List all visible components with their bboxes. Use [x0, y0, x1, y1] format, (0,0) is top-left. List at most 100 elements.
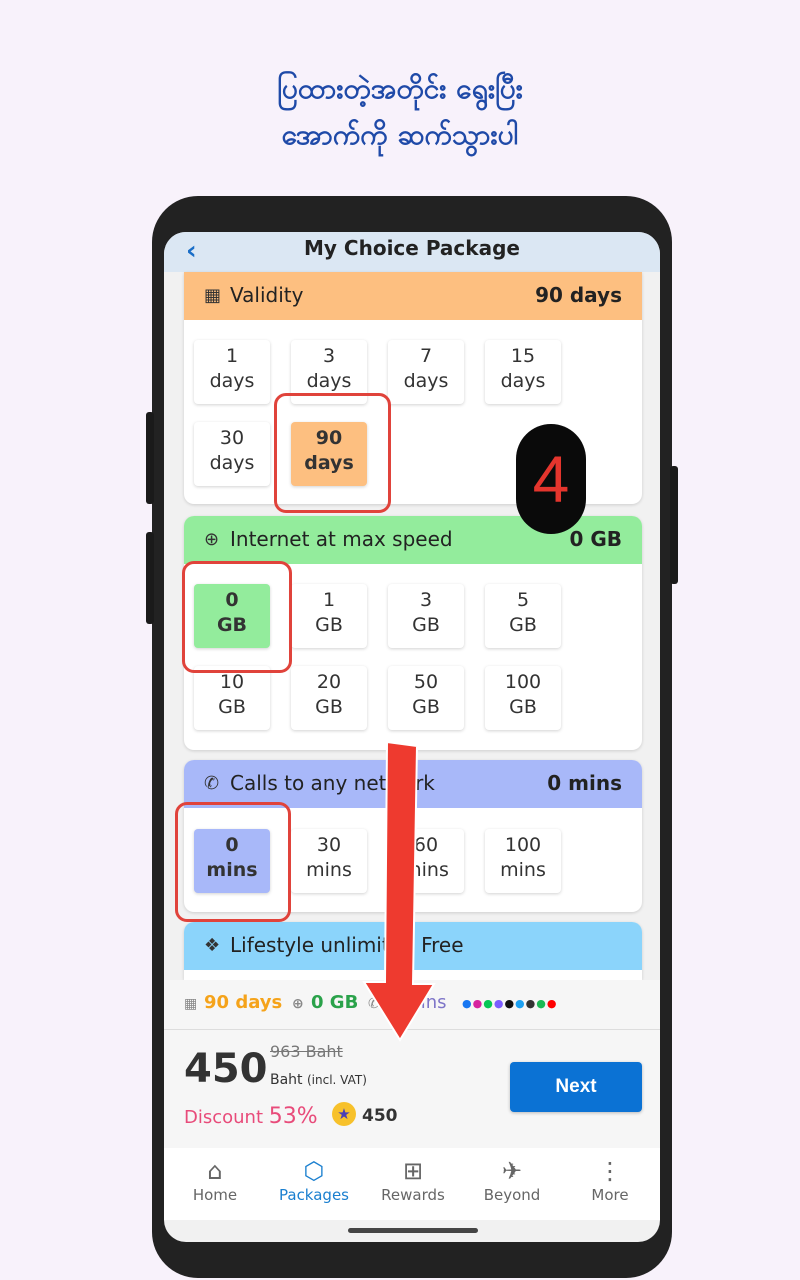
box-icon: ⬡ — [303, 1157, 325, 1185]
instruction-line-2: အောက်ကို ဆက်သွားပါ — [281, 118, 519, 151]
phone-icon: ✆ — [204, 773, 220, 794]
internet-option-100[interactable]: 100 GB — [485, 666, 561, 730]
step-number-badge: 4 — [516, 424, 586, 534]
reward-points: 450 — [362, 1106, 398, 1126]
volume-button — [146, 412, 154, 504]
option-num: 100 — [504, 671, 542, 693]
spotify-icon: ● — [536, 997, 547, 1010]
discount: Discount 53% — [184, 1104, 318, 1129]
summary-calendar-icon: ▦ — [184, 996, 198, 1012]
option-unit: days — [209, 452, 255, 474]
price-currency: Baht (incl. VAT) — [270, 1072, 367, 1088]
youtube-icon: ● — [546, 997, 558, 1010]
internet-option-50[interactable]: 50 GB — [388, 666, 464, 730]
nav-packages[interactable]: ⬡ Packages — [266, 1156, 362, 1204]
validity-option-15[interactable]: 15 days — [485, 340, 561, 404]
option-unit: days — [403, 370, 449, 392]
validity-value: 90 days — [535, 283, 622, 307]
calls-option-30[interactable]: 30 mins — [291, 829, 367, 893]
internet-title: Internet at max speed — [230, 527, 453, 551]
nav-more[interactable]: ⋮ More — [562, 1156, 658, 1204]
internet-option-1[interactable]: 1 GB — [291, 584, 367, 648]
calls-option-100[interactable]: 100 mins — [485, 829, 561, 893]
option-unit: days — [209, 370, 255, 392]
internet-option-3[interactable]: 3 GB — [388, 584, 464, 648]
bottom-navigation: ⌂ Home ⬡ Packages ⊞ Rewards ✈ Beyond ⋮ M… — [164, 1148, 660, 1220]
option-num: 20 — [316, 671, 342, 693]
nav-label: Rewards — [381, 1186, 445, 1204]
internet-option-10[interactable]: 10 GB — [194, 666, 270, 730]
summary-validity: 90 days — [204, 992, 283, 1013]
validity-header: ▦ Validity 90 days — [184, 272, 642, 320]
option-num: 1 — [225, 345, 239, 367]
nav-label: Home — [192, 1186, 238, 1204]
validity-option-7[interactable]: 7 days — [388, 340, 464, 404]
option-num: 15 — [510, 345, 536, 367]
option-num: 30 — [316, 834, 342, 856]
instruction-text: ပြထားတဲ့အတိုင်း ရွေးပြီး အောက်ကို ဆက်သွာ… — [0, 66, 800, 158]
globe-icon: ⊕ — [204, 529, 220, 550]
nav-beyond[interactable]: ✈ Beyond — [464, 1156, 560, 1204]
option-unit: mins — [306, 859, 352, 881]
calendar-icon: ▦ — [204, 285, 222, 306]
option-unit: days — [306, 370, 352, 392]
home-icon: ⌂ — [207, 1157, 223, 1185]
apps-icon: ❖ — [204, 935, 221, 956]
star-points-icon: ★ — [332, 1102, 356, 1126]
internet-value: 0 GB — [569, 527, 622, 551]
option-unit: GB — [412, 696, 440, 718]
option-num: 10 — [219, 671, 245, 693]
facebook-icon: ● — [462, 997, 473, 1010]
messenger-icon: ● — [493, 997, 505, 1010]
home-indicator — [348, 1228, 478, 1233]
summary-internet: 0 GB — [311, 992, 359, 1013]
internet-option-5[interactable]: 5 GB — [485, 584, 561, 648]
summary-globe-icon: ⊕ — [292, 996, 304, 1012]
option-num: 1 — [322, 589, 336, 611]
highlight-calls-0 — [175, 802, 291, 922]
validity-option-1[interactable]: 1 days — [194, 340, 270, 404]
next-button[interactable]: Next — [510, 1062, 642, 1112]
option-unit: GB — [412, 614, 440, 636]
option-unit: GB — [509, 614, 537, 636]
app-header: ‹ My Choice Package — [164, 232, 660, 272]
option-num: 100 — [504, 834, 542, 856]
instagram-icon: ● — [472, 997, 484, 1010]
power-button — [670, 466, 678, 584]
option-unit: days — [500, 370, 546, 392]
nav-label: More — [591, 1186, 629, 1204]
option-unit: mins — [500, 859, 546, 881]
phone-screen: ‹ My Choice Package ▦ Validity 90 days 1… — [164, 232, 660, 1242]
highlight-validity-90 — [274, 393, 391, 513]
tiktok-icon: ● — [504, 997, 516, 1010]
validity-title: Validity — [230, 283, 304, 307]
currency-label: Baht — [270, 1072, 303, 1088]
price-section: 450 963 Baht Baht (incl. VAT) Discount 5… — [164, 1030, 660, 1148]
option-unit: GB — [315, 696, 343, 718]
calls-value: 0 mins — [547, 771, 622, 795]
original-price: 963 Baht — [270, 1042, 343, 1061]
price-amount: 450 — [184, 1046, 268, 1092]
instruction-line-1: ပြထားတဲ့အတိုင်း ရွေးပြီး — [277, 72, 523, 105]
line-icon: ● — [483, 997, 494, 1010]
vat-label: (incl. VAT) — [307, 1073, 367, 1087]
nav-label: Packages — [279, 1186, 349, 1204]
highlight-internet-0 — [182, 561, 292, 673]
validity-option-30[interactable]: 30 days — [194, 422, 270, 486]
internet-option-20[interactable]: 20 GB — [291, 666, 367, 730]
discount-label: Discount — [184, 1107, 264, 1128]
discount-value: 53% — [268, 1104, 318, 1129]
nav-rewards[interactable]: ⊞ Rewards — [365, 1156, 461, 1204]
plane-icon: ✈ — [501, 1157, 523, 1185]
nav-home[interactable]: ⌂ Home — [167, 1156, 263, 1204]
option-num: 3 — [322, 345, 336, 367]
page-title: My Choice Package — [304, 236, 520, 260]
option-unit: GB — [315, 614, 343, 636]
option-num: 50 — [413, 671, 439, 693]
option-num: 7 — [419, 345, 433, 367]
twitter-icon: ● — [515, 997, 526, 1010]
music-icon: ● — [525, 997, 537, 1010]
more-vertical-icon: ⋮ — [598, 1157, 622, 1185]
option-num: 30 — [219, 427, 245, 449]
volume-button-2 — [146, 532, 154, 624]
